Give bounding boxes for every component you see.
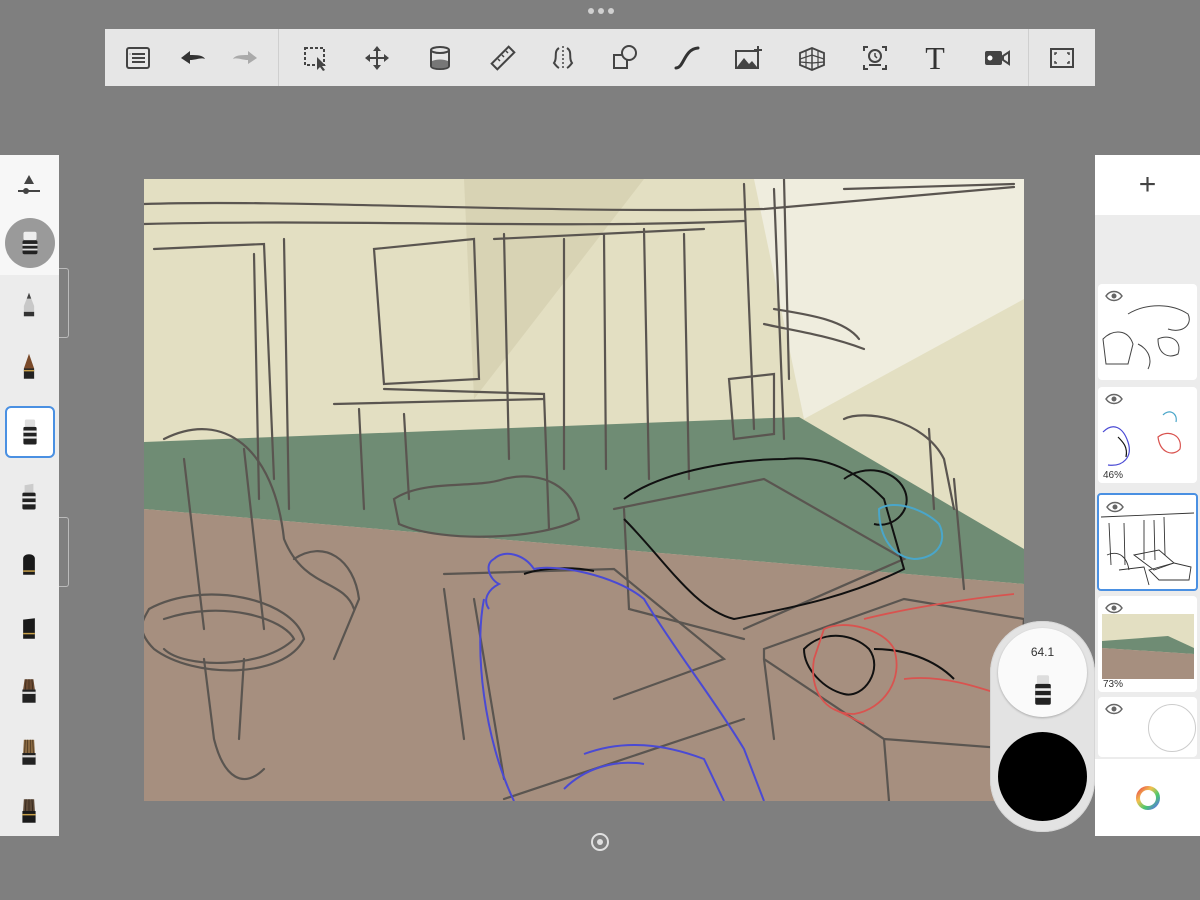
layer-thumbnail-5[interactable] xyxy=(1098,697,1197,757)
brush-marker[interactable] xyxy=(5,406,55,458)
time-lapse-icon[interactable] xyxy=(856,39,894,77)
sketch-artwork xyxy=(144,179,1024,801)
ruler-icon[interactable] xyxy=(484,39,522,77)
layer-thumbnail-2[interactable]: 46% xyxy=(1098,387,1197,483)
eye-icon[interactable] xyxy=(1105,290,1123,302)
brush-puck: 64.1 xyxy=(990,621,1095,832)
layer-thumbnail-3[interactable] xyxy=(1097,493,1198,591)
layer-opacity-label: 46% xyxy=(1103,470,1124,481)
brush-palette-tab-handle[interactable] xyxy=(59,517,69,587)
undo-icon[interactable] xyxy=(173,39,211,77)
eye-icon[interactable] xyxy=(1106,501,1124,513)
eye-icon[interactable] xyxy=(1105,393,1123,405)
layer-opacity-label: 73% xyxy=(1103,679,1124,690)
fill-bucket-icon[interactable] xyxy=(421,39,459,77)
drawing-canvas[interactable] xyxy=(144,179,1024,801)
perspective-grid-icon[interactable] xyxy=(793,39,831,77)
eye-icon[interactable] xyxy=(1105,602,1123,614)
brush-size-value: 64.1 xyxy=(1030,645,1055,659)
current-brush-icon[interactable] xyxy=(5,218,55,268)
current-brush-icon xyxy=(1035,675,1051,705)
brush-palette-tab-handle[interactable] xyxy=(59,268,69,338)
layer-thumbnail-4[interactable]: 73% xyxy=(1098,596,1197,692)
brush-hard-airbrush[interactable] xyxy=(6,603,52,651)
brush-flat-brush[interactable] xyxy=(6,787,52,835)
toolbar-divider xyxy=(278,29,279,86)
brush-chisel-marker[interactable] xyxy=(6,473,52,521)
canvas-reset-icon[interactable] xyxy=(590,832,610,852)
brush-paint-brush[interactable] xyxy=(6,667,52,715)
symmetry-icon[interactable] xyxy=(544,39,582,77)
background-color-swatch xyxy=(1148,704,1196,752)
brush-ink-pen[interactable] xyxy=(6,343,52,391)
selection-icon[interactable] xyxy=(297,39,335,77)
main-toolbar: T xyxy=(105,29,1095,86)
layer-thumbnail-1[interactable] xyxy=(1098,284,1197,380)
layers-list-icon[interactable] xyxy=(119,39,157,77)
brush-palette xyxy=(0,155,59,836)
brush-size-puck[interactable]: 64.1 xyxy=(998,628,1087,717)
fullscreen-icon[interactable] xyxy=(1043,39,1081,77)
color-wheel-icon[interactable] xyxy=(1095,759,1200,836)
shapes-icon[interactable] xyxy=(606,39,644,77)
current-color-swatch[interactable] xyxy=(998,732,1087,821)
redo-icon[interactable] xyxy=(227,39,265,77)
add-layer-button[interactable]: + xyxy=(1095,155,1200,215)
text-icon[interactable]: T xyxy=(916,39,954,77)
brush-pencil[interactable] xyxy=(6,282,52,330)
video-record-icon[interactable] xyxy=(978,39,1016,77)
eye-icon[interactable] xyxy=(1105,703,1123,715)
curve-icon[interactable] xyxy=(668,39,706,77)
brush-soft-airbrush[interactable] xyxy=(6,539,52,587)
more-dots-icon[interactable] xyxy=(588,8,614,14)
transform-icon[interactable] xyxy=(358,39,396,77)
brush-bristle-brush[interactable] xyxy=(6,729,52,777)
add-image-icon[interactable] xyxy=(729,39,767,77)
toolbar-divider xyxy=(1028,29,1029,86)
brush-size-slider-icon[interactable] xyxy=(14,171,44,201)
layers-panel: + 46% 73% xyxy=(1095,155,1200,836)
